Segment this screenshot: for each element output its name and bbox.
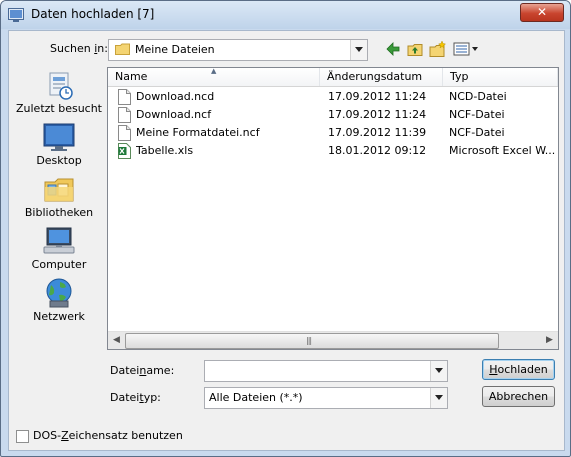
places-bar: Zuletzt besucht Desktop Bibliotheken Com… <box>11 67 107 347</box>
generic-file-icon <box>118 89 131 105</box>
file-name: Tabelle.xls <box>136 144 194 157</box>
scroll-right-icon[interactable]: ▶ <box>541 332 558 349</box>
excel-file-icon <box>118 143 131 159</box>
file-list[interactable]: ▲ Name Änderungsdatum Typ Download.ncd 1… <box>107 67 559 350</box>
lookin-combo[interactable]: Meine Dateien <box>108 39 368 61</box>
recent-places-icon <box>49 72 73 100</box>
file-type: NCF-Datei <box>449 108 505 121</box>
place-network[interactable]: Netzwerk <box>11 275 107 327</box>
column-header-type[interactable]: Typ <box>443 68 558 86</box>
generic-file-icon <box>118 125 131 141</box>
filetype-value: Alle Dateien (*.*) <box>209 391 303 404</box>
file-date: 17.09.2012 11:24 <box>328 108 427 121</box>
dos-charset-checkbox[interactable] <box>16 430 29 443</box>
file-list-header: ▲ Name Änderungsdatum Typ <box>108 67 558 87</box>
place-label-desktop: Desktop <box>36 154 82 167</box>
new-folder-icon[interactable] <box>429 40 447 58</box>
app-window-icon <box>8 8 24 22</box>
network-icon <box>46 278 72 308</box>
file-row[interactable]: Download.ncf 17.09.2012 11:24 NCF-Datei <box>108 106 558 124</box>
file-date: 17.09.2012 11:24 <box>328 90 427 103</box>
computer-icon <box>43 227 75 254</box>
place-recent[interactable]: Zuletzt besucht <box>11 67 107 119</box>
file-date: 17.09.2012 11:39 <box>328 126 427 139</box>
desktop-icon <box>43 123 75 151</box>
filename-combo[interactable] <box>204 360 448 382</box>
horizontal-scrollbar[interactable]: ◀ ||| ▶ <box>108 331 558 349</box>
lookin-value: Meine Dateien <box>135 43 215 56</box>
cancel-button[interactable]: Abbrechen <box>482 386 555 407</box>
place-label-libraries: Bibliotheken <box>24 206 94 219</box>
file-row[interactable]: Meine Formatdatei.ncf 17.09.2012 11:39 N… <box>108 124 558 142</box>
up-folder-icon[interactable] <box>407 40 423 58</box>
window-title: Daten hochladen [7] <box>31 7 155 21</box>
file-name: Download.ncd <box>136 90 215 103</box>
file-row[interactable]: Download.ncd 17.09.2012 11:24 NCD-Datei <box>108 88 558 106</box>
file-name: Download.ncf <box>136 108 212 121</box>
dos-charset-label: DOS-Zeichensatz benutzen <box>33 429 183 442</box>
file-row[interactable]: Tabelle.xls 18.01.2012 09:12 Microsoft E… <box>108 142 558 160</box>
view-menu-icon[interactable] <box>453 40 479 58</box>
lookin-label: Suchen in: <box>50 42 108 55</box>
lookin-dropdown-button[interactable] <box>350 40 367 60</box>
scroll-left-icon[interactable]: ◀ <box>108 332 125 349</box>
filename-dropdown-button[interactable] <box>430 361 447 381</box>
close-icon: ✕ <box>536 5 548 19</box>
filetype-dropdown-button[interactable] <box>430 388 447 408</box>
grip-icon: ||| <box>306 336 312 345</box>
generic-file-icon <box>118 107 131 123</box>
libraries-icon <box>44 178 74 202</box>
file-type: NCF-Datei <box>449 126 505 139</box>
file-type: Microsoft Excel W... <box>449 144 556 157</box>
back-arrow-icon[interactable] <box>385 40 401 58</box>
dialog-window: Daten hochladen [7] ✕ Suchen in: Meine D… <box>0 0 571 457</box>
column-header-date[interactable]: Änderungsdatum <box>320 68 443 86</box>
file-type: NCD-Datei <box>449 90 507 103</box>
folder-icon <box>115 43 130 55</box>
filename-label: Dateiname: <box>110 364 175 377</box>
place-label-recent: Zuletzt besucht <box>15 102 102 115</box>
place-label-computer: Computer <box>31 258 87 271</box>
place-desktop[interactable]: Desktop <box>11 119 107 171</box>
title-bar[interactable]: Daten hochladen [7] ✕ <box>1 1 570 29</box>
filetype-combo[interactable]: Alle Dateien (*.*) <box>204 387 448 409</box>
scrollbar-thumb[interactable]: ||| <box>125 333 499 349</box>
place-label-network: Netzwerk <box>33 310 85 323</box>
column-header-name[interactable]: Name <box>108 68 320 86</box>
dialog-client: Suchen in: Meine Dateien Zuletzt besucht… <box>8 30 565 451</box>
place-libraries[interactable]: Bibliotheken <box>11 171 107 223</box>
close-button[interactable]: ✕ <box>520 3 564 22</box>
upload-button[interactable]: Hochladen <box>482 359 555 380</box>
filetype-label: Dateityp: <box>110 391 161 404</box>
file-date: 18.01.2012 09:12 <box>328 144 427 157</box>
place-computer[interactable]: Computer <box>11 223 107 275</box>
file-name: Meine Formatdatei.ncf <box>136 126 260 139</box>
